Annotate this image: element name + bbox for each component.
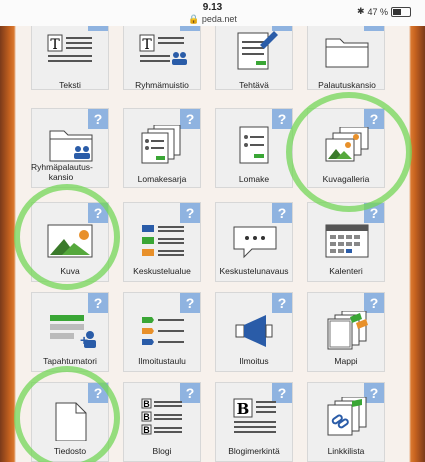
tile-label: Blogimerkintä xyxy=(228,446,280,456)
svg-text:B: B xyxy=(143,425,150,435)
help-icon[interactable]: ? xyxy=(180,293,200,313)
tile-label: Lomakesarja xyxy=(137,174,187,184)
tile-label: Kuva xyxy=(60,266,80,276)
image-gallery-icon xyxy=(325,127,369,162)
folder-icon xyxy=(325,38,369,68)
tile-label: Ryhmäpalautus- kansio xyxy=(31,162,93,182)
calendar-icon xyxy=(325,224,369,258)
tile-label: Ryhmämuistio xyxy=(135,80,189,90)
content-type-grid: ? T Teksti ? T Ryhmämuistio ? Tehtäv xyxy=(0,26,425,462)
tile-label: Teksti xyxy=(59,80,81,90)
group-folder-icon xyxy=(49,130,93,162)
form-icon xyxy=(239,126,269,164)
status-bar: 9.13 🔒 peda.net ✱ 47 % xyxy=(0,0,425,26)
tile-label: Tiedosto xyxy=(53,446,87,456)
tile-label: Linkkilista xyxy=(327,446,365,456)
tile-label: Tapahtumatori xyxy=(43,356,97,366)
speech-bubble-icon xyxy=(233,226,277,259)
svg-text:T: T xyxy=(142,37,152,53)
help-icon[interactable]: ? xyxy=(364,203,384,223)
help-icon[interactable]: ? xyxy=(364,293,384,313)
svg-text:B: B xyxy=(143,399,150,409)
help-icon[interactable]: ? xyxy=(88,293,108,313)
file-icon xyxy=(55,402,87,441)
tile-label: Blogi xyxy=(152,446,172,456)
url-text: peda.net xyxy=(201,14,237,24)
tile-label: Lomake xyxy=(238,174,270,184)
status-right: ✱ 47 % xyxy=(357,6,411,17)
help-icon[interactable]: ? xyxy=(88,383,108,403)
binder-icon xyxy=(327,311,368,350)
megaphone-icon xyxy=(235,315,273,347)
image-icon xyxy=(47,224,93,258)
tile-label: Mappi xyxy=(334,356,358,366)
tile-label: Kuvagalleria xyxy=(322,174,370,184)
tile-label: Ilmoitus xyxy=(239,356,269,366)
link-list-icon xyxy=(327,397,367,436)
help-icon[interactable]: ? xyxy=(180,203,200,223)
svg-text:B: B xyxy=(237,400,250,418)
battery-text: 47 % xyxy=(367,6,388,17)
tile-label: Tehtävä xyxy=(239,80,269,90)
group-note-icon: T xyxy=(139,34,187,65)
tile-label: Kalenteri xyxy=(329,266,363,276)
help-icon[interactable]: ? xyxy=(88,203,108,223)
tile-label: Ilmoitustaulu xyxy=(138,356,186,366)
tile-label: Keskustelunavaus xyxy=(219,266,289,276)
svg-text:T: T xyxy=(50,37,60,53)
help-icon[interactable]: ? xyxy=(272,203,292,223)
bluetooth-icon: ✱ xyxy=(356,6,365,16)
assignment-icon xyxy=(237,31,278,70)
form-series-icon xyxy=(141,125,181,164)
blog-post-icon: B xyxy=(233,398,276,433)
battery-icon xyxy=(391,6,411,17)
help-icon[interactable]: ? xyxy=(272,293,292,313)
blog-icon: B B B xyxy=(141,398,182,435)
tile-label: Palautuskansio xyxy=(318,80,376,90)
event-market-icon: + xyxy=(50,315,96,348)
text-icon: T xyxy=(47,34,92,62)
discussion-area-icon xyxy=(142,225,184,256)
svg-text:B: B xyxy=(143,412,150,422)
notice-board-icon xyxy=(142,317,184,345)
help-icon[interactable]: ? xyxy=(364,109,384,129)
tile-label: Keskustelualue xyxy=(133,266,191,276)
